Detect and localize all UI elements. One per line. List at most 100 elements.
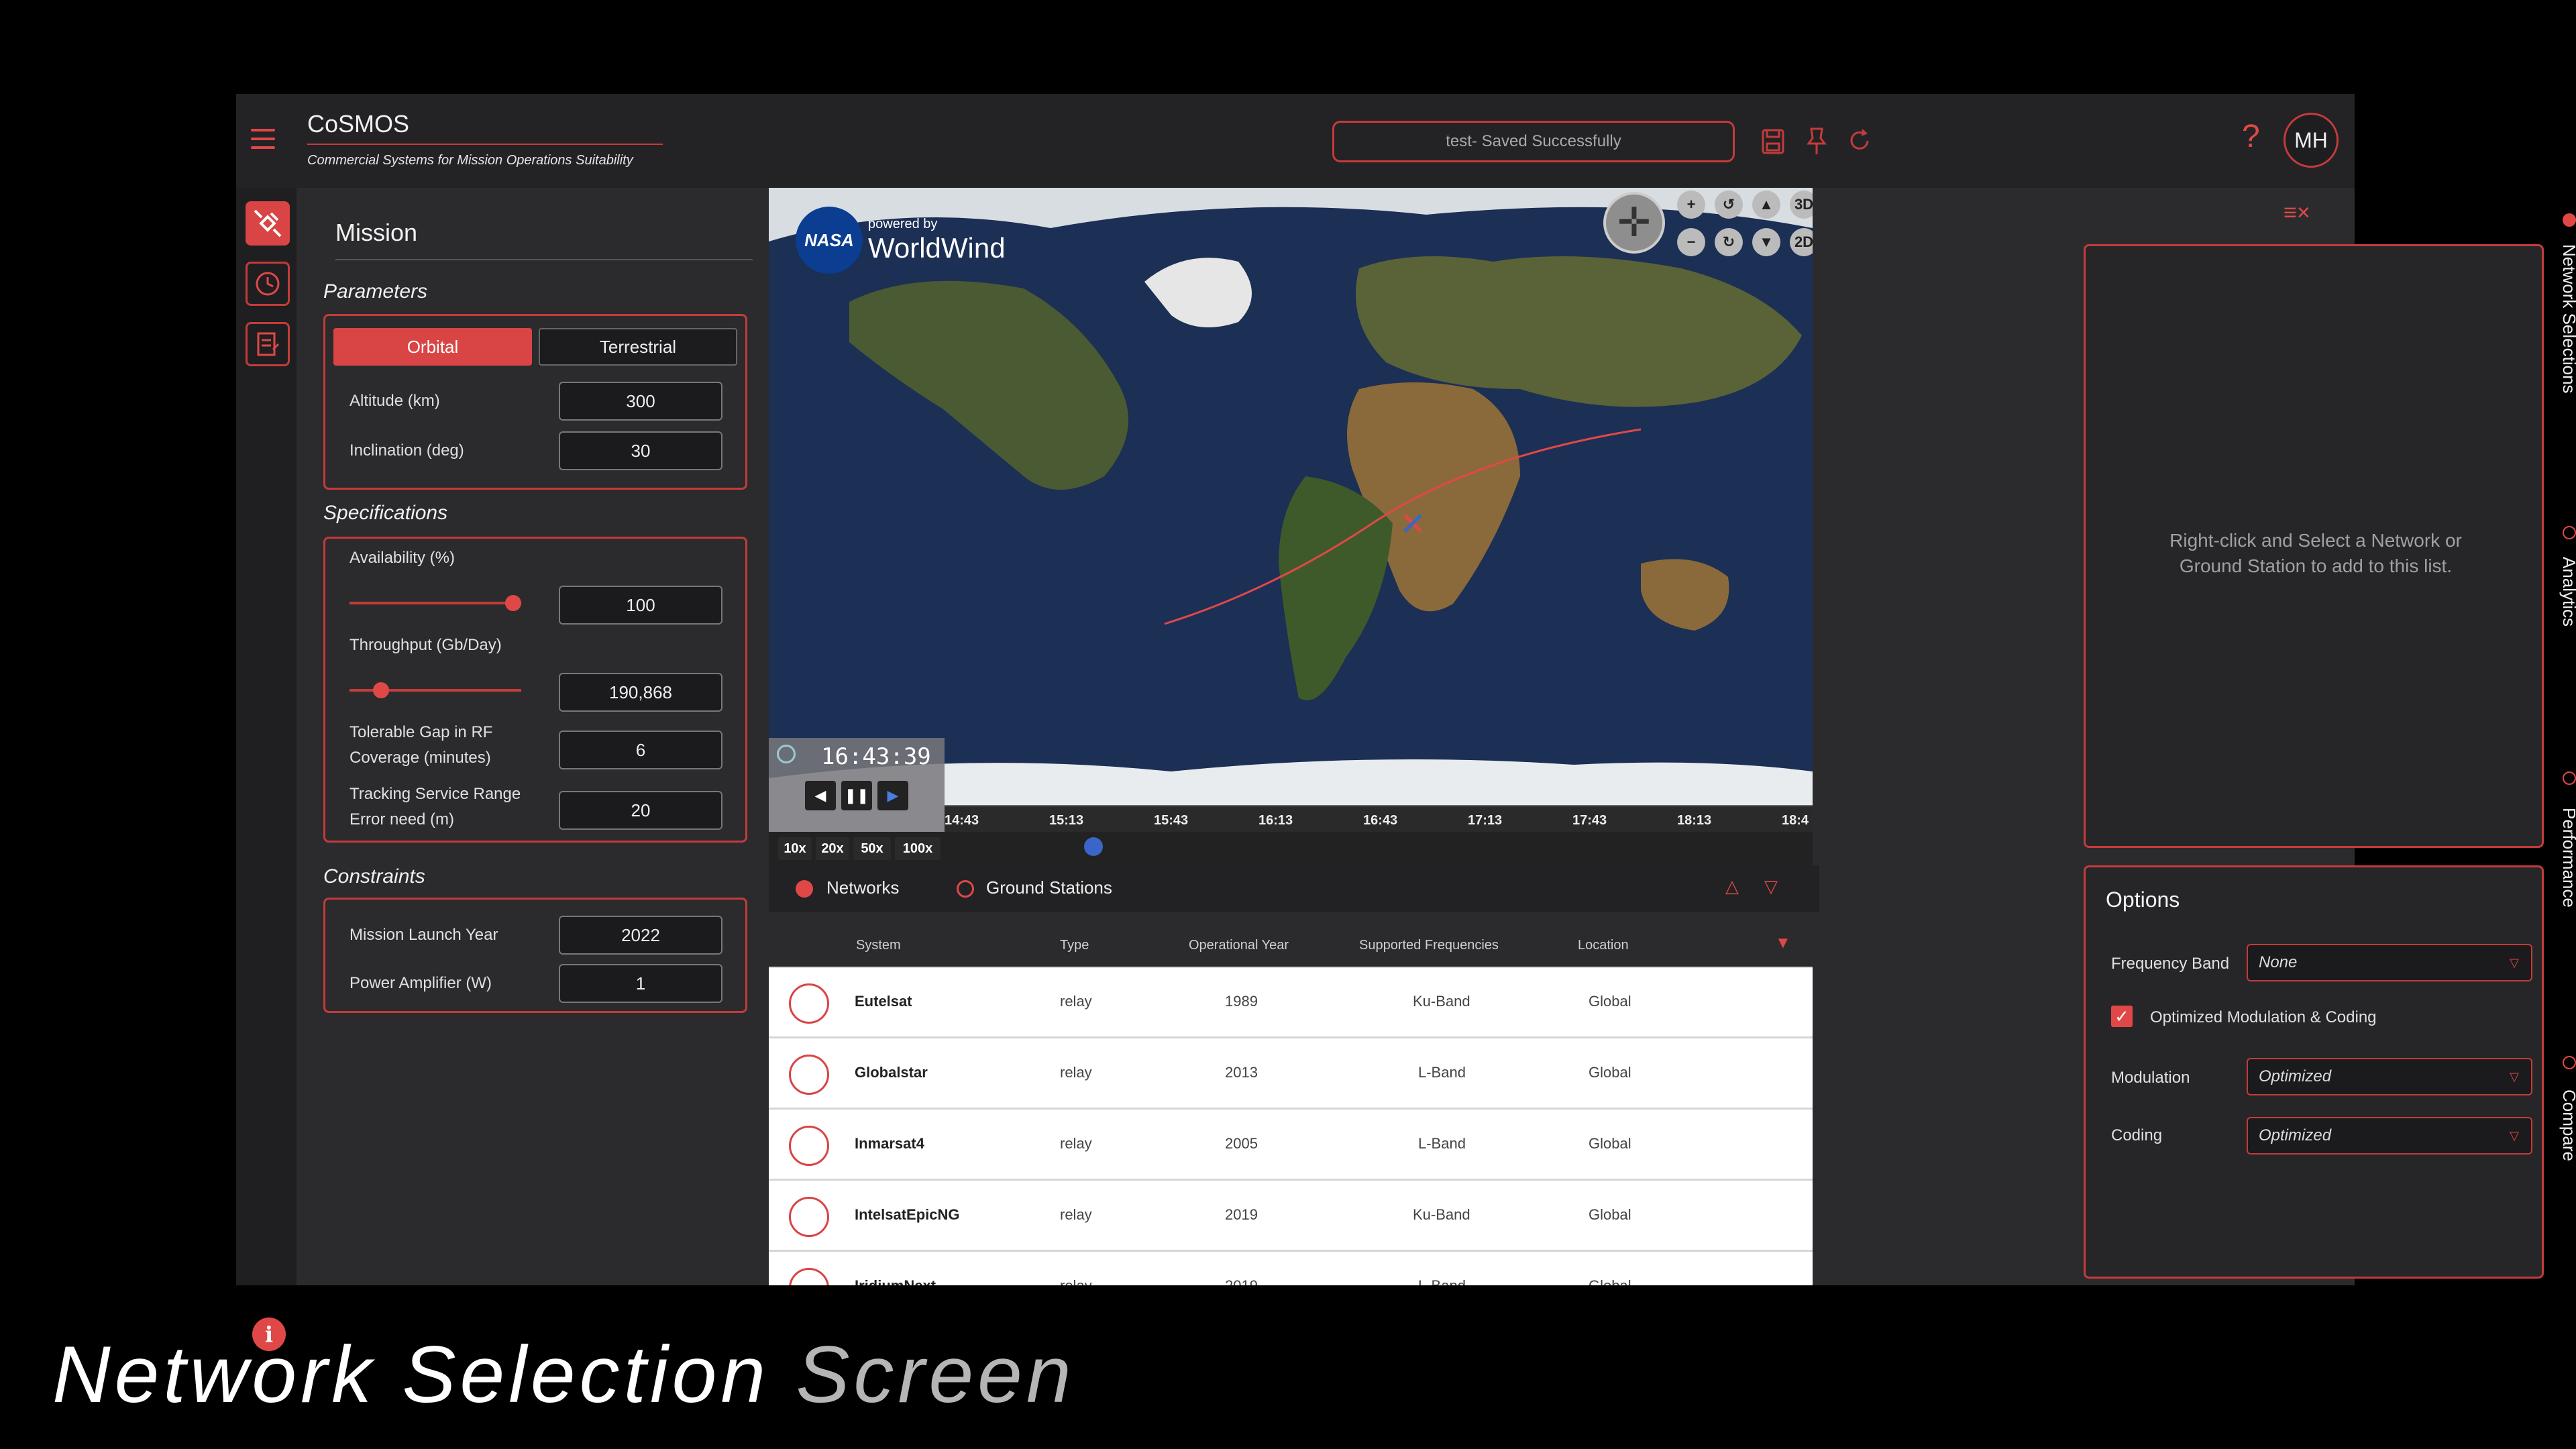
options-box: Options Frequency Band None ▽ ✓ Optimize… — [2084, 865, 2544, 1279]
time-scrubber[interactable]: 10x 20x 50x 100x — [769, 832, 1813, 865]
screen-caption: Network Selection Screen — [52, 1328, 1075, 1421]
tilt-down-icon[interactable]: ▼ — [1752, 228, 1780, 256]
expand-down-icon[interactable]: ▽ — [1764, 876, 1778, 897]
table-row[interactable]: Inmarsat4 relay 2005 L-Band Global — [769, 1110, 1813, 1181]
header: CoSMOS Commercial Systems for Mission Op… — [236, 94, 2355, 188]
zoom-in-icon[interactable]: + — [1677, 191, 1705, 219]
col-type[interactable]: Type — [1060, 938, 1089, 953]
table-row[interactable]: IridiumNext relay 2019 L-Band Global — [769, 1252, 1813, 1285]
omc-checkbox[interactable]: ✓ — [2111, 1006, 2133, 1027]
col-supported-frequencies[interactable]: Supported Frequencies — [1359, 938, 1499, 953]
availability-slider-knob[interactable] — [505, 595, 521, 611]
availability-label: Availability (%) — [350, 549, 455, 567]
tab-networks[interactable]: Networks — [826, 877, 899, 898]
avatar[interactable]: MH — [2284, 113, 2339, 168]
throughput-slider[interactable] — [350, 682, 521, 698]
tab-ground-stations[interactable]: Ground Stations — [986, 877, 1112, 898]
gap-input[interactable]: 6 — [559, 731, 722, 769]
col-operational-year[interactable]: Operational Year — [1189, 938, 1289, 953]
tab-network-selections[interactable]: Network Selections — [2559, 244, 2576, 394]
history-icon[interactable] — [246, 262, 290, 306]
tab-performance[interactable]: Performance — [2559, 808, 2576, 908]
report-icon[interactable] — [246, 322, 290, 366]
app-window: CoSMOS Commercial Systems for Mission Op… — [236, 94, 2576, 1351]
speed-50x-button[interactable]: 50x — [853, 837, 891, 860]
coding-select[interactable]: Optimized ▽ — [2247, 1117, 2532, 1155]
throughput-slider-knob[interactable] — [373, 682, 389, 698]
satellite-icon — [789, 1268, 829, 1285]
pin-icon[interactable] — [1802, 125, 1831, 158]
caption-part1: Network Selection — [52, 1330, 770, 1419]
ground-stations-radio[interactable] — [957, 880, 974, 898]
network-tabs: Networks Ground Stations △ ▽ — [769, 865, 1819, 912]
timeline[interactable]: 14:43 15:13 15:43 16:13 16:43 17:13 17:4… — [945, 805, 1813, 832]
frequency-band-select[interactable]: None ▽ — [2247, 944, 2532, 981]
availability-slider[interactable] — [350, 595, 521, 611]
tracking-label-line2: Error need (m) — [350, 810, 455, 828]
network-selections-indicator — [2563, 213, 2576, 227]
speed-100x-button[interactable]: 100x — [895, 837, 941, 860]
collapse-up-icon[interactable]: △ — [1725, 876, 1739, 897]
cell-system: Inmarsat4 — [855, 1135, 924, 1152]
orbital-tab[interactable]: Orbital — [333, 328, 532, 366]
menu-icon[interactable] — [251, 129, 275, 149]
globe-map[interactable]: NASA powered by WorldWind ✛ + ↺ ▲ 3D − ↻… — [769, 188, 1813, 832]
availability-input[interactable]: 100 — [559, 586, 722, 625]
rotate-icon[interactable]: ↺ — [1715, 191, 1743, 219]
chevron-down-icon: ▽ — [2510, 1129, 2519, 1142]
speed-10x-button[interactable]: 10x — [778, 837, 812, 860]
view-3d-button[interactable]: 3D — [1790, 191, 1813, 219]
cell-year: 2013 — [1225, 1064, 1258, 1081]
table-row[interactable]: Eutelsat relay 1989 Ku-Band Global — [769, 967, 1813, 1038]
save-icon[interactable] — [1759, 125, 1788, 158]
tilt-up-icon[interactable]: ▲ — [1752, 191, 1780, 219]
clock-icon — [777, 745, 796, 763]
clear-list-icon[interactable]: ≡× — [2284, 200, 2310, 226]
save-status: test- Saved Successfully — [1332, 121, 1735, 162]
launch-year-input[interactable]: 2022 — [559, 916, 722, 955]
specifications-box: Availability (%) 100 Throughput (Gb/Day)… — [323, 537, 747, 843]
tab-compare[interactable]: Compare — [2559, 1089, 2576, 1161]
view-2d-button[interactable]: 2D — [1790, 228, 1813, 256]
throughput-input[interactable]: 190,868 — [559, 673, 722, 712]
altitude-input[interactable]: 300 — [559, 382, 722, 421]
filter-icon[interactable]: ▼ — [1775, 934, 1791, 953]
table-row[interactable]: Globalstar relay 2013 L-Band Global — [769, 1038, 1813, 1110]
frequency-band-value: None — [2259, 953, 2298, 971]
inclination-input[interactable]: 30 — [559, 431, 722, 470]
cell-type: relay — [1060, 1135, 1092, 1152]
satellite-icon[interactable] — [246, 201, 290, 246]
cell-system: Globalstar — [855, 1064, 928, 1081]
step-back-button[interactable]: ◀ — [805, 781, 836, 810]
satellite-icon — [789, 1126, 829, 1166]
rotate-back-icon[interactable]: ↻ — [1715, 228, 1743, 256]
time-scrubber-knob[interactable] — [1084, 837, 1103, 856]
networks-radio[interactable] — [796, 880, 813, 898]
network-selection-list[interactable]: Right-click and Select a Network or Grou… — [2084, 244, 2544, 848]
modulation-select[interactable]: Optimized ▽ — [2247, 1058, 2532, 1095]
refresh-icon[interactable] — [1845, 125, 1874, 158]
terrestrial-tab[interactable]: Terrestrial — [539, 328, 737, 366]
col-location[interactable]: Location — [1578, 938, 1629, 953]
pan-control-icon[interactable]: ✛ — [1603, 192, 1665, 254]
timeline-tick: 14:43 — [945, 813, 979, 828]
mission-title: Mission — [335, 219, 753, 260]
clock-widget: 16:43:39 ◀ ❚❚ ▶ — [769, 738, 945, 832]
gap-label-line2: Coverage (minutes) — [350, 749, 491, 767]
parameters-label: Parameters — [323, 280, 428, 303]
specifications-label: Specifications — [323, 502, 448, 524]
pause-button[interactable]: ❚❚ — [841, 781, 872, 810]
zoom-out-icon[interactable]: − — [1677, 228, 1705, 256]
clock-time: 16:43:39 — [821, 743, 931, 770]
play-button[interactable]: ▶ — [877, 781, 908, 810]
tracking-input[interactable]: 20 — [559, 791, 722, 830]
cell-location: Global — [1589, 1277, 1631, 1285]
table-row[interactable]: IntelsatEpicNG relay 2019 Ku-Band Global — [769, 1181, 1813, 1252]
speed-20x-button[interactable]: 20x — [816, 837, 849, 860]
performance-indicator — [2563, 771, 2576, 785]
throughput-label: Throughput (Gb/Day) — [350, 636, 502, 654]
help-icon[interactable]: ? — [2242, 118, 2260, 155]
tab-analytics[interactable]: Analytics — [2559, 557, 2576, 627]
power-amp-input[interactable]: 1 — [559, 964, 722, 1003]
col-system[interactable]: System — [856, 938, 901, 953]
